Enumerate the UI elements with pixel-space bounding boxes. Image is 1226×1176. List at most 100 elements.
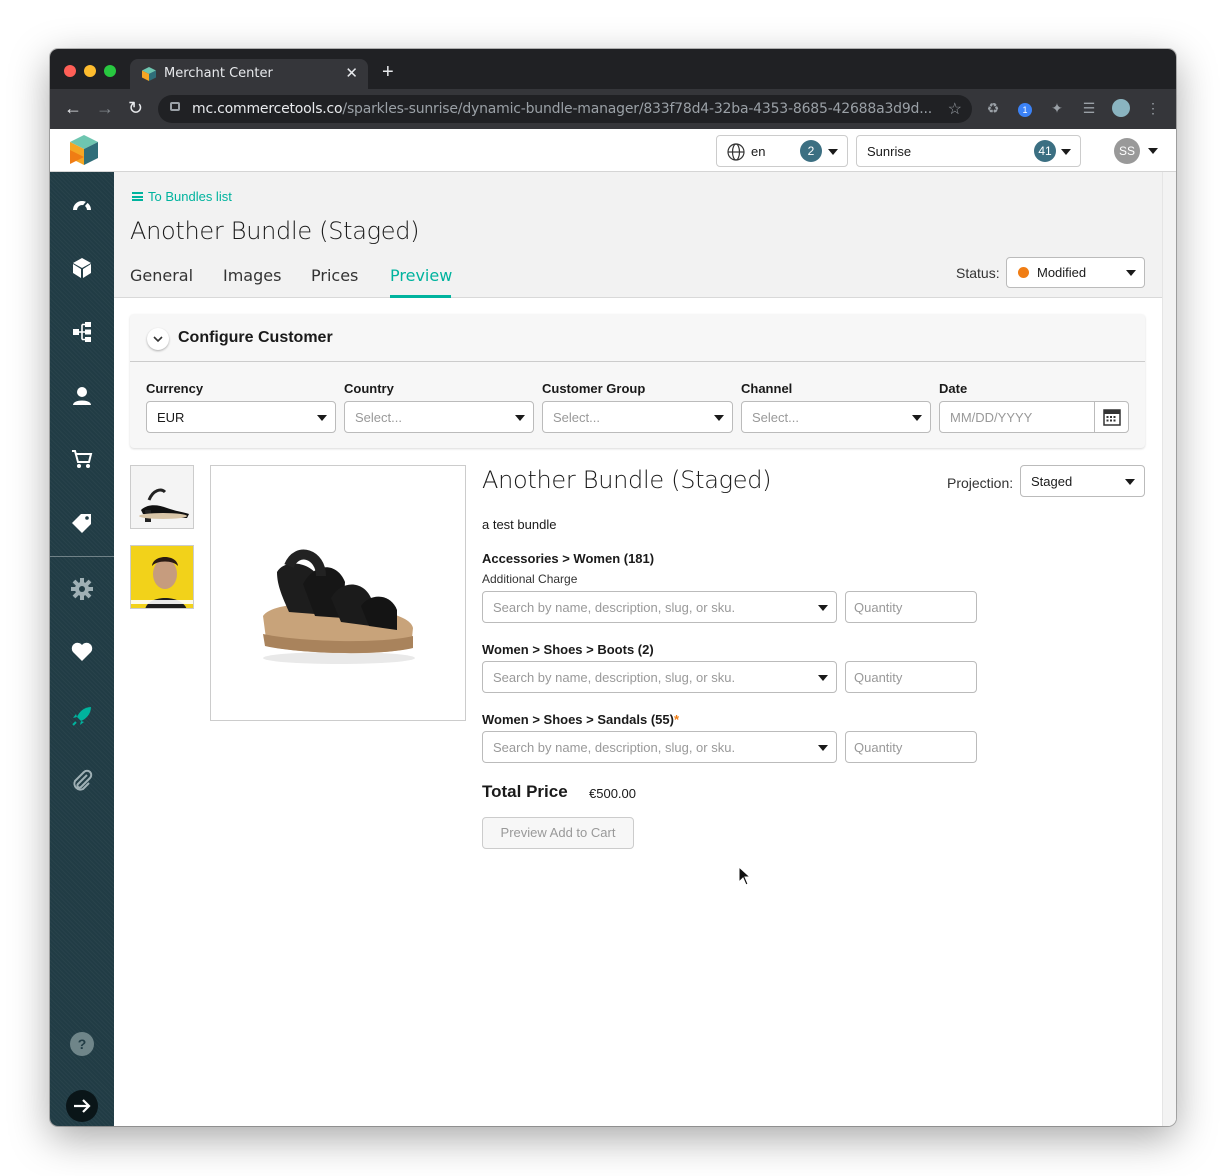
total-price-value: €500.00 xyxy=(589,786,636,801)
back-to-bundles-link[interactable]: To Bundles list xyxy=(132,189,232,204)
chevron-down-icon xyxy=(818,745,828,751)
customer-group-select[interactable]: Select... xyxy=(542,401,733,433)
product-title: Another Bundle (Staged) xyxy=(482,466,772,494)
browser-tabstrip: Merchant Center ✕ + xyxy=(50,49,1176,89)
orders-icon[interactable] xyxy=(70,447,94,471)
date-input[interactable]: MM/DD/YYYY xyxy=(939,401,1129,433)
customers-icon[interactable] xyxy=(70,384,94,408)
user-avatar[interactable]: SS xyxy=(1114,138,1140,164)
quantity-input[interactable]: Quantity xyxy=(845,661,977,693)
heart-icon[interactable] xyxy=(70,640,94,664)
close-window-button[interactable] xyxy=(64,65,76,77)
date-placeholder: MM/DD/YYYY xyxy=(950,410,1033,425)
country-select[interactable]: Select... xyxy=(344,401,534,433)
quantity-input[interactable]: Quantity xyxy=(845,591,977,623)
channel-select[interactable]: Select... xyxy=(741,401,931,433)
products-icon[interactable] xyxy=(70,256,94,280)
profile-avatar-icon[interactable] xyxy=(1112,99,1130,117)
dashboard-icon[interactable] xyxy=(70,193,94,217)
category-label-accessories: Accessories > Women (181) xyxy=(482,551,655,566)
page-scrollbar[interactable] xyxy=(1162,172,1176,1126)
user-menu-chevron-icon[interactable] xyxy=(1148,148,1158,154)
projection-label: Projection: xyxy=(947,475,1014,491)
currency-select[interactable]: EUR xyxy=(146,401,336,433)
categories-icon[interactable] xyxy=(70,320,94,344)
product-search-select[interactable]: Search by name, description, slug, or sk… xyxy=(482,591,837,623)
arrow-right-icon[interactable] xyxy=(65,1089,99,1123)
currency-value: EUR xyxy=(157,410,185,425)
extensions-puzzle-icon[interactable]: ✦ xyxy=(1048,99,1066,117)
platform-sandal-image xyxy=(211,466,465,720)
commercetools-favicon-icon xyxy=(142,67,156,81)
quantity-placeholder: Quantity xyxy=(854,600,903,615)
minimize-window-button[interactable] xyxy=(84,65,96,77)
help-icon[interactable]: ? xyxy=(70,1032,94,1056)
browser-window: Merchant Center ✕ + ← → ↻ mc.commercetoo… xyxy=(50,49,1176,1126)
settings-icon[interactable] xyxy=(70,577,94,601)
chevron-down-icon xyxy=(714,415,724,421)
project-value: Sunrise xyxy=(867,144,912,159)
configure-customer-header[interactable]: Configure Customer xyxy=(130,314,1145,362)
rocket-icon[interactable] xyxy=(70,704,94,728)
product-search-select[interactable]: Search by name, description, slug, or sk… xyxy=(482,731,837,763)
browser-menu-icon[interactable]: ⋮ xyxy=(1144,99,1162,117)
tab-prices[interactable]: Prices xyxy=(311,266,358,285)
additional-charge-label: Additional Charge xyxy=(482,572,578,586)
maximize-window-button[interactable] xyxy=(104,65,116,77)
country-placeholder: Select... xyxy=(355,410,402,425)
thumbnail-sandal[interactable] xyxy=(130,465,194,529)
date-label: Date xyxy=(939,381,968,396)
commercetools-logo[interactable] xyxy=(70,135,98,165)
total-price-label: Total Price xyxy=(482,782,568,801)
required-mark: * xyxy=(673,712,679,727)
extension-recycle-icon[interactable]: ♻ xyxy=(984,99,1002,117)
search-placeholder: Search by name, description, slug, or sk… xyxy=(493,740,736,755)
tab-preview[interactable]: Preview xyxy=(390,266,452,285)
calendar-icon[interactable] xyxy=(1094,402,1128,432)
project-count-badge: 41 xyxy=(1034,140,1056,162)
project-select[interactable]: Sunrise 41 xyxy=(856,135,1081,167)
bookmark-star-icon[interactable]: ☆ xyxy=(948,99,962,119)
tab-general[interactable]: General xyxy=(130,266,193,285)
globe-icon xyxy=(727,143,745,161)
currency-label: Currency xyxy=(146,381,204,396)
forward-arrow-icon[interactable]: → xyxy=(96,98,114,119)
new-tab-icon[interactable]: + xyxy=(382,61,394,84)
reload-icon[interactable]: ↻ xyxy=(128,98,143,119)
search-placeholder: Search by name, description, slug, or sk… xyxy=(493,670,736,685)
chevron-down-icon xyxy=(1125,479,1135,485)
reading-list-icon[interactable]: ☰ xyxy=(1080,99,1098,117)
back-arrow-icon[interactable]: ← xyxy=(64,98,82,119)
svg-text:?: ? xyxy=(78,1036,87,1052)
main-content: To Bundles list Another Bundle (Staged) … xyxy=(114,172,1162,1126)
paperclip-icon[interactable] xyxy=(70,769,94,793)
chevron-down-icon xyxy=(818,675,828,681)
mouse-cursor-icon xyxy=(738,866,752,886)
sidebar: ? xyxy=(50,172,114,1126)
configure-customer-panel: Configure Customer Currency EUR Country … xyxy=(130,314,1145,448)
active-tab-underline xyxy=(390,295,451,298)
tab-images[interactable]: Images xyxy=(223,266,281,285)
status-select[interactable]: Modified xyxy=(1006,257,1145,288)
quantity-input[interactable]: Quantity xyxy=(845,731,977,763)
product-search-select[interactable]: Search by name, description, slug, or sk… xyxy=(482,661,837,693)
chevron-down-icon xyxy=(515,415,525,421)
language-count-badge: 2 xyxy=(800,140,822,162)
sandal-thumbnail-image xyxy=(131,466,193,528)
projection-select[interactable]: Staged xyxy=(1020,465,1145,497)
product-description: a test bundle xyxy=(482,517,557,532)
address-bar[interactable]: mc.commercetools.co/sparkles-sunrise/dyn… xyxy=(158,95,972,123)
thumbnail-person[interactable] xyxy=(130,545,194,609)
country-label: Country xyxy=(344,381,394,396)
quantity-placeholder: Quantity xyxy=(854,740,903,755)
lock-icon xyxy=(170,102,180,111)
browser-tab[interactable]: Merchant Center ✕ xyxy=(130,59,368,89)
tab-close-icon[interactable]: ✕ xyxy=(345,64,358,82)
password-manager-icon[interactable]: 1 xyxy=(1016,99,1034,117)
preview-add-to-cart-button[interactable]: Preview Add to Cart xyxy=(482,817,634,849)
language-select[interactable]: en 2 xyxy=(716,135,848,167)
discounts-icon[interactable] xyxy=(70,511,94,535)
collapse-chevron-icon[interactable] xyxy=(147,328,169,350)
status-label: Status: xyxy=(956,265,1000,281)
url-text: mc.commercetools.co/sparkles-sunrise/dyn… xyxy=(192,101,932,117)
